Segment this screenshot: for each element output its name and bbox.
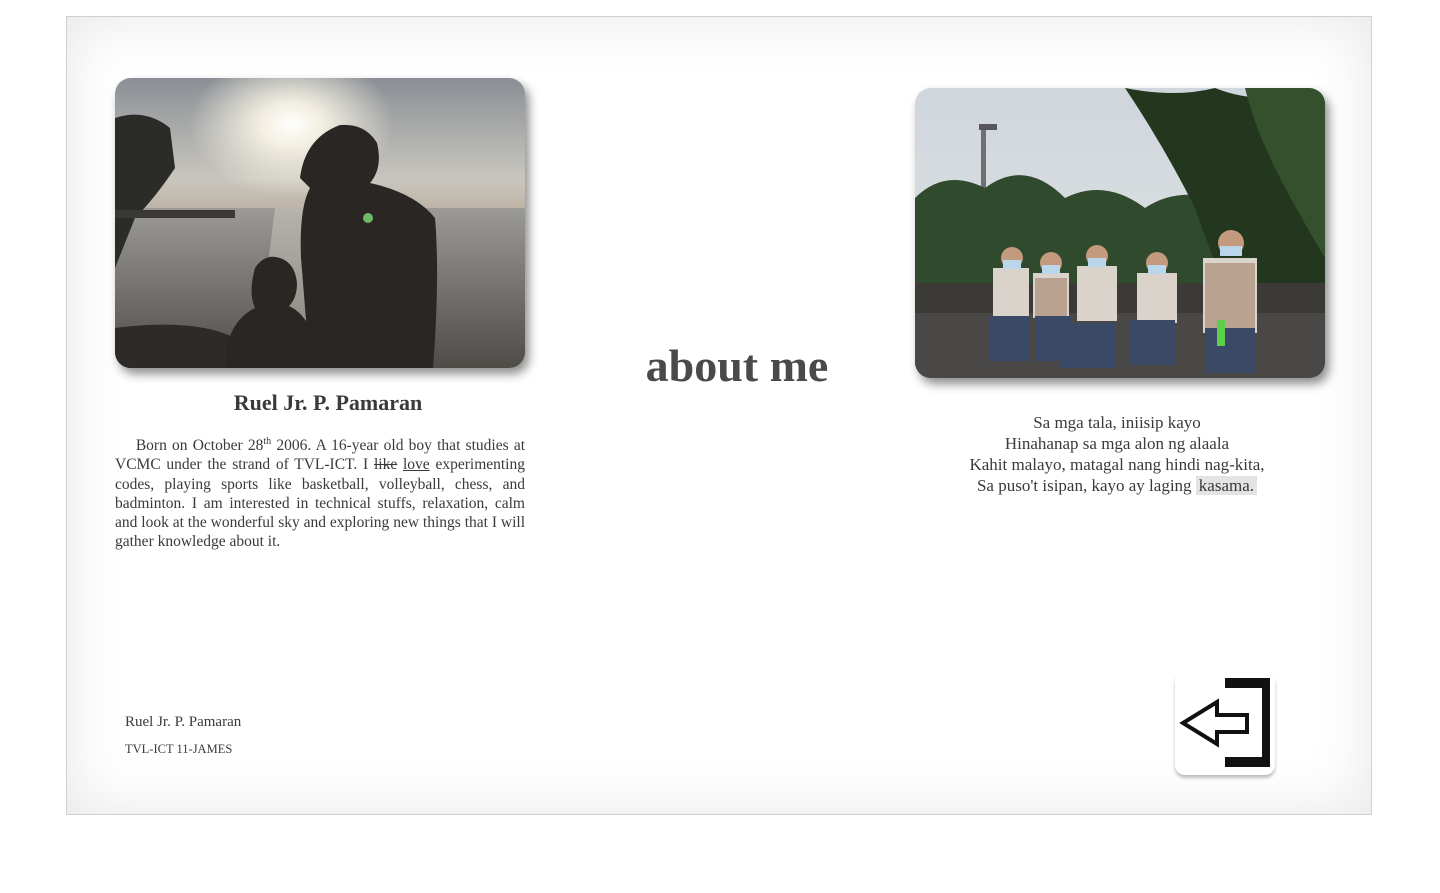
poem-line-text: Sa puso't isipan, kayo ay laging [976,476,1196,495]
poem-line: Hinahanap sa mga alon ng alaala [1004,434,1230,453]
poem-highlight: kasama. [1195,476,1258,495]
sunset-silhouette-photo [115,78,525,368]
page-title: about me [645,340,829,391]
bio-superscript: th [263,435,272,447]
poem: Sa mga tala, iniisip kayo Hinahanap sa m… [947,412,1287,496]
exit-door-icon [1179,678,1270,767]
bio-underlined-word: love [403,456,430,474]
group-friends-photo [915,88,1325,378]
bio-struck-word: like [373,456,398,474]
footer-name: Ruel Jr. P. Pamaran [125,714,242,730]
about-card: about me Ruel Jr. P. Pamaran Born on Oct… [66,16,1372,815]
exit-button[interactable] [1175,672,1275,775]
poem-line: Sa puso't isipan, kayo ay laging kasama. [947,475,1287,496]
profile-bio: Born on October 28th 2006. A 16-year old… [115,436,525,552]
poem-line: Kahit malayo, matagal nang hindi nag-kit… [969,455,1265,474]
footer-class: TVL-ICT 11-JAMES [125,742,233,756]
poem-line: Sa mga tala, iniisip kayo [1033,413,1201,432]
profile-name-heading: Ruel Jr. P. Pamaran [233,390,423,415]
bio-text-1: Born on October 28 [135,437,264,454]
